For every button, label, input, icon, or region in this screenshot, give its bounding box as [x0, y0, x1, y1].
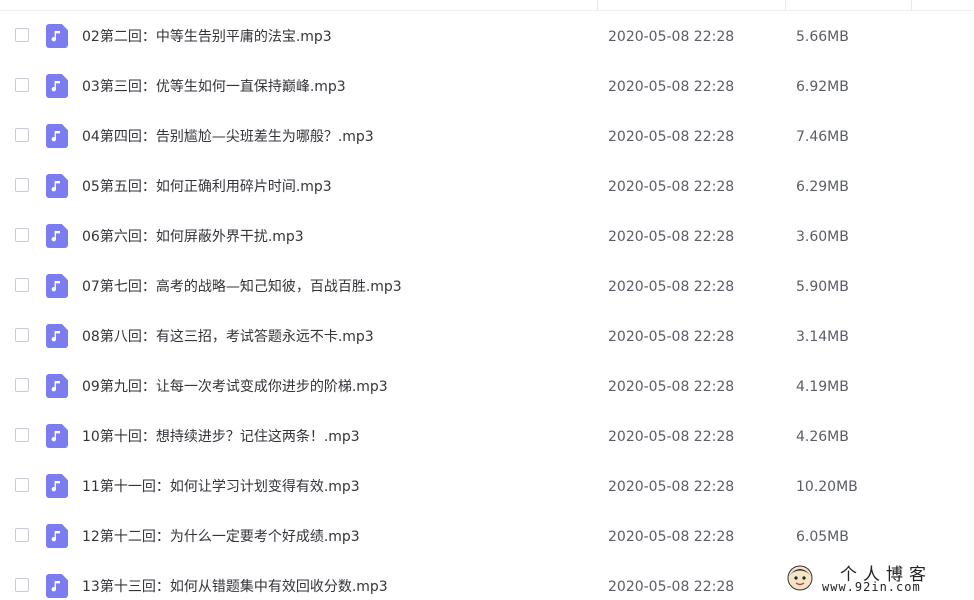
- file-row[interactable]: 09第九回：让每一次考试变成你进步的阶梯.mp3 2020-05-08 22:28…: [0, 362, 974, 412]
- file-name[interactable]: 03第三回：优等生如何一直保持巅峰.mp3: [82, 77, 346, 97]
- file-modified-date: 2020-05-08 22:28: [608, 579, 735, 595]
- file-name[interactable]: 13第十三回：如何从错题集中有效回收分数.mp3: [82, 577, 388, 597]
- file-size: 5.66MB: [796, 29, 849, 45]
- file-row[interactable]: 12第十二回：为什么一定要考个好成绩.mp3 2020-05-08 22:28 6.…: [0, 512, 974, 562]
- file-modified-date: 2020-05-08 22:28: [608, 429, 735, 445]
- music-note-icon: [46, 524, 68, 548]
- file-size: 6.92MB: [796, 79, 849, 95]
- file-row[interactable]: 05第五回：如何正确利用碎片时间.mp3 2020-05-08 22:28 6.29…: [0, 162, 974, 212]
- file-name[interactable]: 02第二回：中等生告别平庸的法宝.mp3: [82, 27, 332, 47]
- row-checkbox[interactable]: [15, 328, 29, 342]
- file-name[interactable]: 06第六回：如何屏蔽外界干扰.mp3: [82, 227, 304, 247]
- file-row[interactable]: 10第十回：想持续进步？记住这两条！.mp3 2020-05-08 22:28 4.…: [0, 412, 974, 462]
- file-name[interactable]: 05第五回：如何正确利用碎片时间.mp3: [82, 177, 332, 197]
- file-size: 5.90MB: [796, 279, 849, 295]
- row-checkbox[interactable]: [15, 128, 29, 142]
- music-note-icon: [46, 324, 68, 348]
- file-modified-date: 2020-05-08 22:28: [608, 79, 735, 95]
- column-divider[interactable]: [911, 0, 912, 10]
- file-row[interactable]: 02第二回：中等生告别平庸的法宝.mp3 2020-05-08 22:28 5.66…: [0, 12, 974, 62]
- column-divider[interactable]: [785, 0, 786, 10]
- file-size: 4.19MB: [796, 379, 849, 395]
- file-modified-date: 2020-05-08 22:28: [608, 229, 735, 245]
- row-checkbox[interactable]: [15, 28, 29, 42]
- file-row[interactable]: 11第十一回：如何让学习计划变得有效.mp3 2020-05-08 22:28 10…: [0, 462, 974, 512]
- music-note-icon: [46, 574, 68, 598]
- row-checkbox[interactable]: [15, 428, 29, 442]
- file-size: 7.46MB: [796, 129, 849, 145]
- music-note-icon: [46, 474, 68, 498]
- file-name[interactable]: 08第八回：有这三招，考试答题永远不卡.mp3: [82, 327, 374, 347]
- file-size: 10.20MB: [796, 479, 858, 495]
- row-checkbox[interactable]: [15, 578, 29, 592]
- file-modified-date: 2020-05-08 22:28: [608, 129, 735, 145]
- file-modified-date: 2020-05-08 22:28: [608, 479, 735, 495]
- row-checkbox[interactable]: [15, 78, 29, 92]
- watermark-url: www.92in.com: [822, 580, 921, 594]
- file-modified-date: 2020-05-08 22:28: [608, 529, 735, 545]
- watermark: 个人博客 www.92in.com: [778, 558, 974, 600]
- file-name[interactable]: 12第十二回：为什么一定要考个好成绩.mp3: [82, 527, 360, 547]
- file-name[interactable]: 04第四回：告别尴尬—尖班差生为哪般？.mp3: [82, 127, 374, 147]
- file-list: 02第二回：中等生告别平庸的法宝.mp3 2020-05-08 22:28 5.66…: [0, 12, 974, 600]
- row-checkbox[interactable]: [15, 228, 29, 242]
- file-list-page: 02第二回：中等生告别平庸的法宝.mp3 2020-05-08 22:28 5.66…: [0, 0, 974, 600]
- file-row[interactable]: 07第七回：高考的战略—知己知彼，百战百胜.mp3 2020-05-08 22:2…: [0, 262, 974, 312]
- file-name[interactable]: 10第十回：想持续进步？记住这两条！.mp3: [82, 427, 360, 447]
- file-modified-date: 2020-05-08 22:28: [608, 329, 735, 345]
- music-note-icon: [46, 424, 68, 448]
- avatar-icon: [787, 565, 813, 591]
- file-modified-date: 2020-05-08 22:28: [608, 379, 735, 395]
- file-modified-date: 2020-05-08 22:28: [608, 279, 735, 295]
- file-row[interactable]: 06第六回：如何屏蔽外界干扰.mp3 2020-05-08 22:28 3.60MB: [0, 212, 974, 262]
- file-row[interactable]: 08第八回：有这三招，考试答题永远不卡.mp3 2020-05-08 22:28 3…: [0, 312, 974, 362]
- table-header: [0, 0, 974, 11]
- file-modified-date: 2020-05-08 22:28: [608, 179, 735, 195]
- music-note-icon: [46, 24, 68, 48]
- music-note-icon: [46, 224, 68, 248]
- row-checkbox[interactable]: [15, 378, 29, 392]
- file-name[interactable]: 07第七回：高考的战略—知己知彼，百战百胜.mp3: [82, 277, 402, 297]
- music-note-icon: [46, 374, 68, 398]
- row-checkbox[interactable]: [15, 178, 29, 192]
- file-modified-date: 2020-05-08 22:28: [608, 29, 735, 45]
- file-row[interactable]: 04第四回：告别尴尬—尖班差生为哪般？.mp3 2020-05-08 22:28 7…: [0, 112, 974, 162]
- row-checkbox[interactable]: [15, 528, 29, 542]
- row-checkbox[interactable]: [15, 278, 29, 292]
- file-name[interactable]: 11第十一回：如何让学习计划变得有效.mp3: [82, 477, 360, 497]
- file-size: 6.05MB: [796, 529, 849, 545]
- file-row[interactable]: 03第三回：优等生如何一直保持巅峰.mp3 2020-05-08 22:28 6.9…: [0, 62, 974, 112]
- file-size: 4.26MB: [796, 429, 849, 445]
- file-name[interactable]: 09第九回：让每一次考试变成你进步的阶梯.mp3: [82, 377, 388, 397]
- row-checkbox[interactable]: [15, 478, 29, 492]
- file-size: 3.14MB: [796, 329, 849, 345]
- file-size: 3.60MB: [796, 229, 849, 245]
- music-note-icon: [46, 124, 68, 148]
- music-note-icon: [46, 174, 68, 198]
- column-divider[interactable]: [597, 0, 598, 10]
- music-note-icon: [46, 74, 68, 98]
- file-size: 6.29MB: [796, 179, 849, 195]
- music-note-icon: [46, 274, 68, 298]
